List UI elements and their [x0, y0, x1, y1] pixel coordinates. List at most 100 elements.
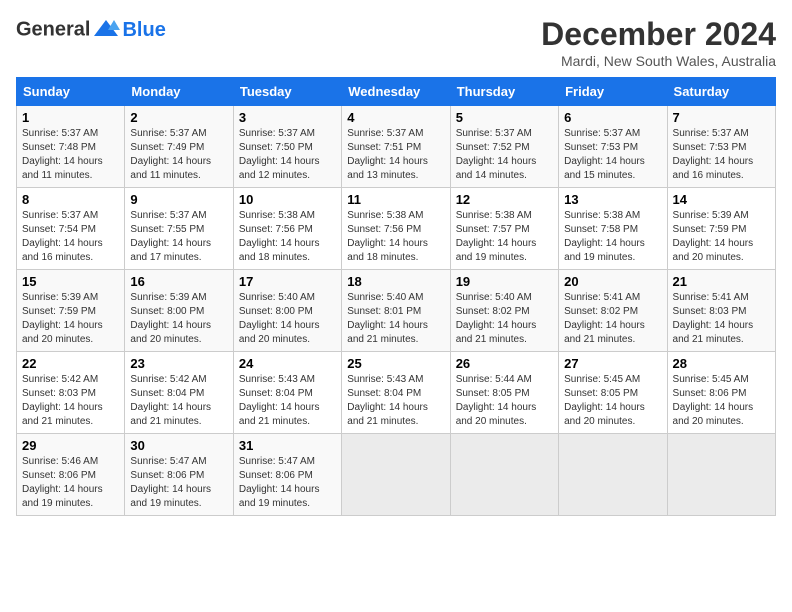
- day-number: 6: [564, 110, 661, 125]
- day-info: Sunrise: 5:42 AM Sunset: 8:03 PM Dayligh…: [22, 373, 119, 429]
- day-info: Sunrise: 5:47 AM Sunset: 8:06 PM Dayligh…: [130, 455, 227, 511]
- day-number: 19: [456, 274, 553, 289]
- table-cell: 27 Sunrise: 5:45 AM Sunset: 8:05 PM Dayl…: [559, 352, 667, 434]
- table-cell: [559, 434, 667, 516]
- day-number: 11: [347, 192, 444, 207]
- table-cell: 16 Sunrise: 5:39 AM Sunset: 8:00 PM Dayl…: [125, 270, 233, 352]
- day-number: 13: [564, 192, 661, 207]
- table-cell: 12 Sunrise: 5:38 AM Sunset: 7:57 PM Dayl…: [450, 188, 558, 270]
- day-number: 20: [564, 274, 661, 289]
- table-cell: 30 Sunrise: 5:47 AM Sunset: 8:06 PM Dayl…: [125, 434, 233, 516]
- table-cell: 19 Sunrise: 5:40 AM Sunset: 8:02 PM Dayl…: [450, 270, 558, 352]
- table-cell: [450, 434, 558, 516]
- day-info: Sunrise: 5:37 AM Sunset: 7:51 PM Dayligh…: [347, 127, 444, 183]
- day-number: 3: [239, 110, 336, 125]
- day-number: 26: [456, 356, 553, 371]
- col-sunday: Sunday: [17, 78, 125, 106]
- day-info: Sunrise: 5:38 AM Sunset: 7:58 PM Dayligh…: [564, 209, 661, 265]
- day-number: 10: [239, 192, 336, 207]
- table-cell: [342, 434, 450, 516]
- col-monday: Monday: [125, 78, 233, 106]
- table-cell: 14 Sunrise: 5:39 AM Sunset: 7:59 PM Dayl…: [667, 188, 775, 270]
- calendar-table: Sunday Monday Tuesday Wednesday Thursday…: [16, 77, 776, 516]
- table-cell: 6 Sunrise: 5:37 AM Sunset: 7:53 PM Dayli…: [559, 106, 667, 188]
- logo-icon: [92, 16, 120, 44]
- day-info: Sunrise: 5:40 AM Sunset: 8:01 PM Dayligh…: [347, 291, 444, 347]
- table-cell: 26 Sunrise: 5:44 AM Sunset: 8:05 PM Dayl…: [450, 352, 558, 434]
- table-cell: 4 Sunrise: 5:37 AM Sunset: 7:51 PM Dayli…: [342, 106, 450, 188]
- day-number: 5: [456, 110, 553, 125]
- day-number: 28: [673, 356, 770, 371]
- calendar-week-row: 15 Sunrise: 5:39 AM Sunset: 7:59 PM Dayl…: [17, 270, 776, 352]
- header: General Blue December 2024 Mardi, New So…: [16, 16, 776, 69]
- day-info: Sunrise: 5:46 AM Sunset: 8:06 PM Dayligh…: [22, 455, 119, 511]
- day-info: Sunrise: 5:39 AM Sunset: 7:59 PM Dayligh…: [673, 209, 770, 265]
- logo-text: General: [16, 16, 120, 44]
- day-info: Sunrise: 5:39 AM Sunset: 7:59 PM Dayligh…: [22, 291, 119, 347]
- day-info: Sunrise: 5:44 AM Sunset: 8:05 PM Dayligh…: [456, 373, 553, 429]
- day-info: Sunrise: 5:37 AM Sunset: 7:52 PM Dayligh…: [456, 127, 553, 183]
- table-cell: 5 Sunrise: 5:37 AM Sunset: 7:52 PM Dayli…: [450, 106, 558, 188]
- calendar-week-row: 1 Sunrise: 5:37 AM Sunset: 7:48 PM Dayli…: [17, 106, 776, 188]
- col-wednesday: Wednesday: [342, 78, 450, 106]
- day-info: Sunrise: 5:37 AM Sunset: 7:53 PM Dayligh…: [673, 127, 770, 183]
- calendar-week-row: 22 Sunrise: 5:42 AM Sunset: 8:03 PM Dayl…: [17, 352, 776, 434]
- day-info: Sunrise: 5:37 AM Sunset: 7:53 PM Dayligh…: [564, 127, 661, 183]
- table-cell: 23 Sunrise: 5:42 AM Sunset: 8:04 PM Dayl…: [125, 352, 233, 434]
- title-block: December 2024 Mardi, New South Wales, Au…: [541, 16, 776, 69]
- day-number: 9: [130, 192, 227, 207]
- calendar-week-row: 29 Sunrise: 5:46 AM Sunset: 8:06 PM Dayl…: [17, 434, 776, 516]
- day-info: Sunrise: 5:37 AM Sunset: 7:48 PM Dayligh…: [22, 127, 119, 183]
- day-info: Sunrise: 5:40 AM Sunset: 8:00 PM Dayligh…: [239, 291, 336, 347]
- day-info: Sunrise: 5:42 AM Sunset: 8:04 PM Dayligh…: [130, 373, 227, 429]
- col-thursday: Thursday: [450, 78, 558, 106]
- day-number: 22: [22, 356, 119, 371]
- day-info: Sunrise: 5:41 AM Sunset: 8:03 PM Dayligh…: [673, 291, 770, 347]
- col-saturday: Saturday: [667, 78, 775, 106]
- table-cell: 9 Sunrise: 5:37 AM Sunset: 7:55 PM Dayli…: [125, 188, 233, 270]
- calendar-container: General Blue December 2024 Mardi, New So…: [16, 16, 776, 516]
- day-info: Sunrise: 5:38 AM Sunset: 7:57 PM Dayligh…: [456, 209, 553, 265]
- day-info: Sunrise: 5:37 AM Sunset: 7:50 PM Dayligh…: [239, 127, 336, 183]
- day-number: 31: [239, 438, 336, 453]
- table-cell: 13 Sunrise: 5:38 AM Sunset: 7:58 PM Dayl…: [559, 188, 667, 270]
- header-row: Sunday Monday Tuesday Wednesday Thursday…: [17, 78, 776, 106]
- day-number: 12: [456, 192, 553, 207]
- day-number: 18: [347, 274, 444, 289]
- table-cell: 22 Sunrise: 5:42 AM Sunset: 8:03 PM Dayl…: [17, 352, 125, 434]
- day-number: 1: [22, 110, 119, 125]
- table-cell: 11 Sunrise: 5:38 AM Sunset: 7:56 PM Dayl…: [342, 188, 450, 270]
- day-info: Sunrise: 5:37 AM Sunset: 7:54 PM Dayligh…: [22, 209, 119, 265]
- day-info: Sunrise: 5:38 AM Sunset: 7:56 PM Dayligh…: [239, 209, 336, 265]
- table-cell: 17 Sunrise: 5:40 AM Sunset: 8:00 PM Dayl…: [233, 270, 341, 352]
- table-cell: 15 Sunrise: 5:39 AM Sunset: 7:59 PM Dayl…: [17, 270, 125, 352]
- day-number: 16: [130, 274, 227, 289]
- table-cell: 2 Sunrise: 5:37 AM Sunset: 7:49 PM Dayli…: [125, 106, 233, 188]
- day-number: 21: [673, 274, 770, 289]
- table-cell: 3 Sunrise: 5:37 AM Sunset: 7:50 PM Dayli…: [233, 106, 341, 188]
- day-number: 8: [22, 192, 119, 207]
- day-info: Sunrise: 5:43 AM Sunset: 8:04 PM Dayligh…: [347, 373, 444, 429]
- table-cell: 25 Sunrise: 5:43 AM Sunset: 8:04 PM Dayl…: [342, 352, 450, 434]
- day-number: 25: [347, 356, 444, 371]
- table-cell: 1 Sunrise: 5:37 AM Sunset: 7:48 PM Dayli…: [17, 106, 125, 188]
- day-number: 27: [564, 356, 661, 371]
- day-number: 4: [347, 110, 444, 125]
- day-number: 30: [130, 438, 227, 453]
- day-number: 29: [22, 438, 119, 453]
- day-info: Sunrise: 5:38 AM Sunset: 7:56 PM Dayligh…: [347, 209, 444, 265]
- day-number: 15: [22, 274, 119, 289]
- table-cell: 20 Sunrise: 5:41 AM Sunset: 8:02 PM Dayl…: [559, 270, 667, 352]
- table-cell: 8 Sunrise: 5:37 AM Sunset: 7:54 PM Dayli…: [17, 188, 125, 270]
- day-info: Sunrise: 5:45 AM Sunset: 8:05 PM Dayligh…: [564, 373, 661, 429]
- day-info: Sunrise: 5:47 AM Sunset: 8:06 PM Dayligh…: [239, 455, 336, 511]
- day-info: Sunrise: 5:41 AM Sunset: 8:02 PM Dayligh…: [564, 291, 661, 347]
- table-cell: 21 Sunrise: 5:41 AM Sunset: 8:03 PM Dayl…: [667, 270, 775, 352]
- calendar-title: December 2024: [541, 16, 776, 53]
- table-cell: 29 Sunrise: 5:46 AM Sunset: 8:06 PM Dayl…: [17, 434, 125, 516]
- day-info: Sunrise: 5:39 AM Sunset: 8:00 PM Dayligh…: [130, 291, 227, 347]
- table-cell: 31 Sunrise: 5:47 AM Sunset: 8:06 PM Dayl…: [233, 434, 341, 516]
- day-info: Sunrise: 5:37 AM Sunset: 7:55 PM Dayligh…: [130, 209, 227, 265]
- logo-blue-text: Blue: [122, 19, 165, 42]
- table-cell: 18 Sunrise: 5:40 AM Sunset: 8:01 PM Dayl…: [342, 270, 450, 352]
